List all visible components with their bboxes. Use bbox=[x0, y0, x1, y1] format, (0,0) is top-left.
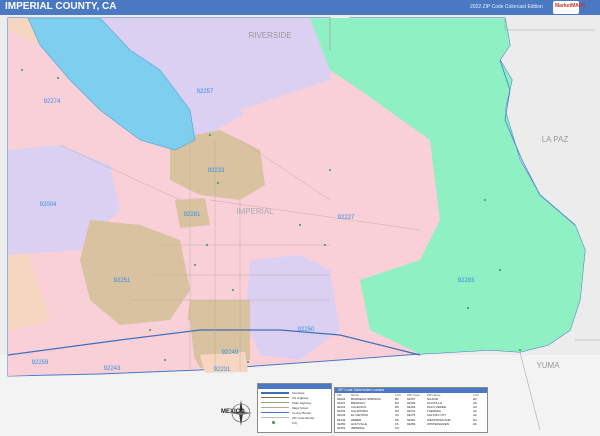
table-cell: 92251 bbox=[337, 425, 346, 430]
zip-table-title: ZIP Code Table/Index Locator bbox=[338, 388, 385, 392]
zip-label-92249: 92249 bbox=[222, 350, 239, 356]
table-cell: 92283 bbox=[407, 421, 416, 426]
map-canvas: RIVERSIDE LA PAZ YUMA IMPERIAL 92274 922… bbox=[0, 15, 600, 436]
zip-label-92251: 92251 bbox=[114, 278, 131, 284]
label-riverside: RIVERSIDE bbox=[248, 31, 291, 40]
legend-line-county bbox=[261, 412, 289, 413]
legend-line-interstate bbox=[261, 392, 289, 394]
table-cell: H6 bbox=[473, 421, 477, 426]
zip-code-table: ZIP Code Table/Index Locator ZIP Name LO… bbox=[334, 387, 488, 433]
zip-label-92281: 92281 bbox=[184, 212, 201, 218]
table-cell: IMPERIAL bbox=[351, 425, 366, 430]
legend-item: City bbox=[292, 421, 298, 425]
label-yuma: YUMA bbox=[536, 361, 560, 370]
zip-label-92259: 92259 bbox=[32, 360, 49, 366]
zip-label-92231: 92231 bbox=[214, 367, 231, 373]
map-frame: RIVERSIDE LA PAZ YUMA IMPERIAL 92274 922… bbox=[0, 0, 600, 436]
zip-label-92250: 92250 bbox=[298, 327, 315, 333]
legend-item: Interstate bbox=[292, 391, 305, 395]
logo-text: MarketMAPS bbox=[555, 3, 586, 9]
zip-label-92233: 92233 bbox=[208, 168, 225, 174]
zip-label-92227: 92227 bbox=[338, 215, 355, 221]
legend-line-state bbox=[261, 402, 289, 403]
legend-city-dot-icon bbox=[272, 421, 275, 424]
legend-header bbox=[258, 384, 331, 389]
legend-line-major bbox=[261, 407, 289, 408]
page-title: IMPERIAL COUNTY, CA bbox=[5, 1, 117, 12]
table-cell: C5 bbox=[395, 425, 399, 430]
edition-text: 2022 ZIP Code Colorcast Edition bbox=[470, 4, 543, 10]
legend-item: ZIP Code Border bbox=[292, 416, 315, 420]
logo: MarketMAPS bbox=[553, 1, 586, 14]
zip-label-92004: 92004 bbox=[40, 202, 57, 208]
label-imperial-county: IMPERIAL bbox=[236, 207, 274, 216]
legend-line-zip bbox=[261, 417, 289, 418]
zip-label-92257: 92257 bbox=[197, 89, 214, 95]
zip-label-92283: 92283 bbox=[458, 278, 475, 284]
zip-label-92274: 92274 bbox=[44, 99, 61, 105]
legend-line-us bbox=[261, 397, 289, 398]
table-row: 92251 IMPERIAL C5 bbox=[337, 425, 485, 430]
legend-item: State Highway bbox=[292, 401, 312, 405]
legend-item: US Highway bbox=[292, 396, 309, 400]
label-la-paz: LA PAZ bbox=[542, 135, 569, 144]
map-legend: Interstate US Highway State Highway Majo… bbox=[257, 383, 332, 433]
table-cell: WINTERHAVEN bbox=[427, 421, 449, 426]
legend-item: County Border bbox=[292, 411, 312, 415]
compass-label: MEXICO bbox=[221, 409, 245, 415]
zip-label-92243: 92243 bbox=[104, 366, 121, 372]
legend-item: Major Road bbox=[292, 406, 308, 410]
header-bar: IMPERIAL COUNTY, CA 2022 ZIP Code Colorc… bbox=[0, 0, 600, 15]
